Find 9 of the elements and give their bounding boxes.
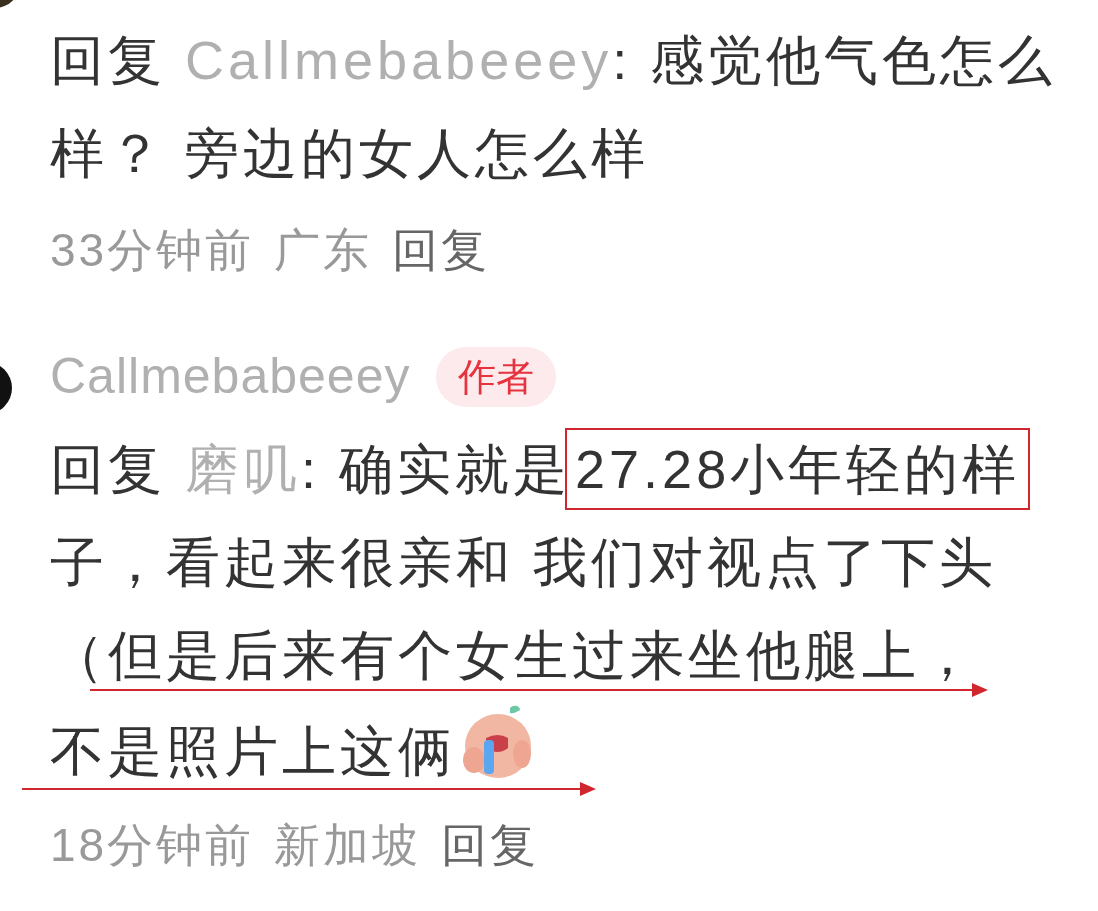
comment-location: 新加坡 [274, 817, 422, 873]
comment-time: 18分钟前 [50, 817, 255, 873]
reply-link[interactable]: 回复 [441, 810, 540, 880]
comment-text: 回复 磨叽: 确实就是 27.28小年轻的样 子，看起来很亲和 我们对视点了下头 （但是后来有个女生过来坐他腿上， 不是照片上这俩 [50, 423, 1098, 795]
comment-text: 回复 Callmebabeeey: 感觉他气色怎么 样？ 旁边的女人怎么样 [50, 29, 1058, 185]
reply-link[interactable]: 回复 [392, 215, 491, 285]
author-badge: 作者 [436, 346, 557, 407]
comment-location: 广东 [274, 222, 373, 278]
comment-time: 33分钟前 [50, 222, 255, 278]
